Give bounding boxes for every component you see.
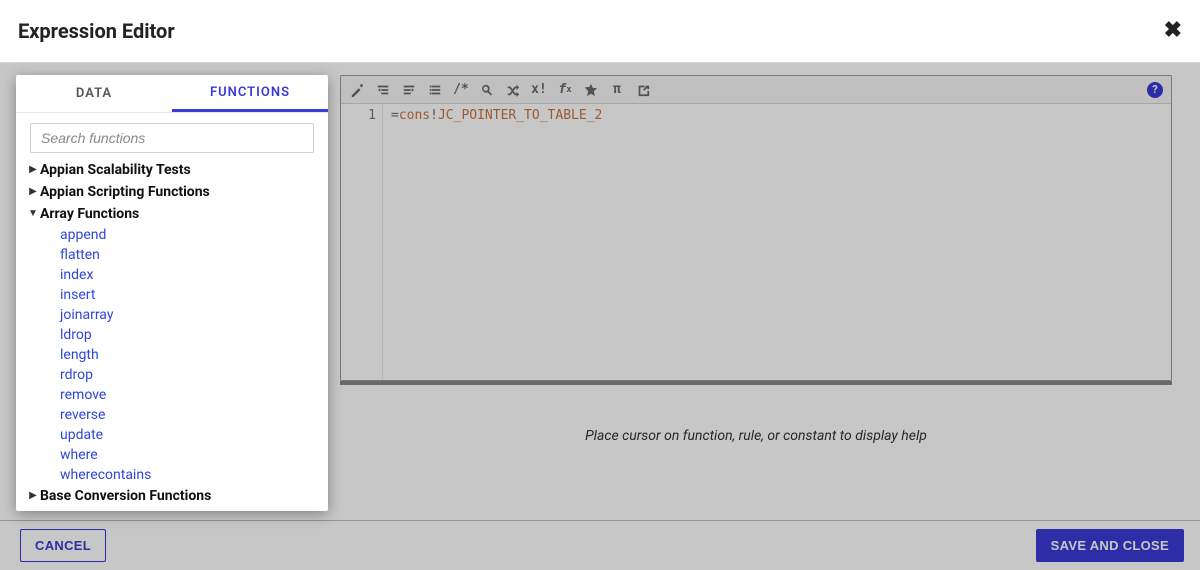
indent-icon[interactable] [401, 82, 417, 98]
chevron-down-icon[interactable]: ▼ [26, 204, 40, 224]
editor-toolbar: /* x! fx π ? [341, 76, 1171, 104]
tree-function-item[interactable]: ldrop [24, 325, 320, 345]
x-bang-icon[interactable]: x! [531, 82, 547, 98]
function-link[interactable]: wherecontains [60, 467, 151, 483]
outdent-icon[interactable] [375, 82, 391, 98]
token-keyword: cons [399, 108, 430, 123]
tree-function-item[interactable]: rdrop [24, 365, 320, 385]
function-link[interactable]: remove [60, 387, 106, 403]
search-icon[interactable] [479, 82, 495, 98]
function-link[interactable]: append [60, 227, 106, 243]
function-tree[interactable]: ▶Appian Scalability Tests▶Appian Scripti… [16, 159, 328, 511]
tree-function-item[interactable]: remove [24, 385, 320, 405]
search-wrap [16, 113, 328, 159]
chevron-right-icon[interactable]: ▶ [26, 182, 40, 202]
pi-icon[interactable]: π [609, 82, 625, 98]
function-link[interactable]: index [60, 267, 93, 283]
tree-function-item[interactable]: append [24, 225, 320, 245]
tree-category-label: Base Conversion Functions [40, 486, 211, 506]
tree-category-label: Appian Scalability Tests [40, 160, 191, 180]
tree-category[interactable]: ▼Array Functions [24, 203, 320, 225]
close-icon[interactable]: ✖ [1164, 20, 1182, 42]
save-and-close-button[interactable]: SAVE AND CLOSE [1036, 529, 1184, 562]
modal-title: Expression Editor [18, 19, 175, 43]
function-link[interactable]: where [60, 447, 98, 463]
tree-category[interactable]: ▶Appian Scripting Functions [24, 181, 320, 203]
function-link[interactable]: ldrop [60, 327, 92, 343]
magic-wand-icon[interactable] [349, 82, 365, 98]
export-icon[interactable] [635, 82, 651, 98]
function-link[interactable]: flatten [60, 247, 100, 263]
shuffle-icon[interactable] [505, 82, 521, 98]
search-input[interactable] [30, 123, 314, 153]
code-content[interactable]: =cons!JC_POINTER_TO_TABLE_2 [383, 104, 1171, 380]
tree-function-item[interactable]: where [24, 445, 320, 465]
function-link[interactable]: joinarray [60, 307, 113, 323]
help-hint: Place cursor on function, rule, or const… [340, 385, 1172, 487]
token-separator: ! [430, 108, 438, 123]
code-area[interactable]: 1 =cons!JC_POINTER_TO_TABLE_2 [341, 104, 1171, 380]
line-gutter: 1 [341, 104, 383, 380]
tab-data[interactable]: DATA [16, 75, 172, 112]
tree-function-item[interactable]: index [24, 265, 320, 285]
cancel-button[interactable]: CANCEL [20, 529, 106, 562]
tree-function-item[interactable]: insert [24, 285, 320, 305]
panel-tabs: DATA FUNCTIONS [16, 75, 328, 113]
line-number: 1 [341, 108, 376, 123]
function-link[interactable]: reverse [60, 407, 105, 423]
tree-function-item[interactable]: length [24, 345, 320, 365]
list-indent-icon[interactable] [427, 82, 443, 98]
tree-function-item[interactable]: joinarray [24, 305, 320, 325]
function-link[interactable]: rdrop [60, 367, 93, 383]
function-link[interactable]: update [60, 427, 103, 443]
token-identifier: JC_POINTER_TO_TABLE_2 [438, 108, 602, 123]
tree-function-item[interactable]: update [24, 425, 320, 445]
function-link[interactable]: length [60, 347, 99, 363]
function-browser-panel: DATA FUNCTIONS ▶Appian Scalability Tests… [16, 75, 328, 511]
comment-icon[interactable]: /* [453, 82, 469, 98]
chevron-right-icon[interactable]: ▶ [26, 160, 40, 180]
fx-icon[interactable]: fx [557, 82, 573, 98]
expression-editor-box: /* x! fx π ? 1 =cons!JC_POINTER_TO_TABLE… [340, 75, 1172, 381]
tab-functions[interactable]: FUNCTIONS [172, 75, 328, 112]
tree-function-item[interactable]: reverse [24, 405, 320, 425]
tree-function-item[interactable]: flatten [24, 245, 320, 265]
tree-category-label: Array Functions [40, 204, 139, 224]
star-icon[interactable] [583, 82, 599, 98]
modal-header: Expression Editor ✖ [0, 0, 1200, 63]
tree-category-label: Appian Scripting Functions [40, 182, 210, 202]
token-operator: = [391, 108, 399, 123]
tree-function-item[interactable]: wherecontains [24, 465, 320, 485]
modal-footer: CANCEL SAVE AND CLOSE [0, 520, 1200, 570]
tree-category[interactable]: ▶Base Conversion Functions [24, 485, 320, 507]
function-link[interactable]: insert [60, 287, 95, 303]
help-icon[interactable]: ? [1147, 82, 1163, 98]
chevron-right-icon[interactable]: ▶ [26, 486, 40, 506]
tree-category[interactable]: ▶Appian Scalability Tests [24, 159, 320, 181]
